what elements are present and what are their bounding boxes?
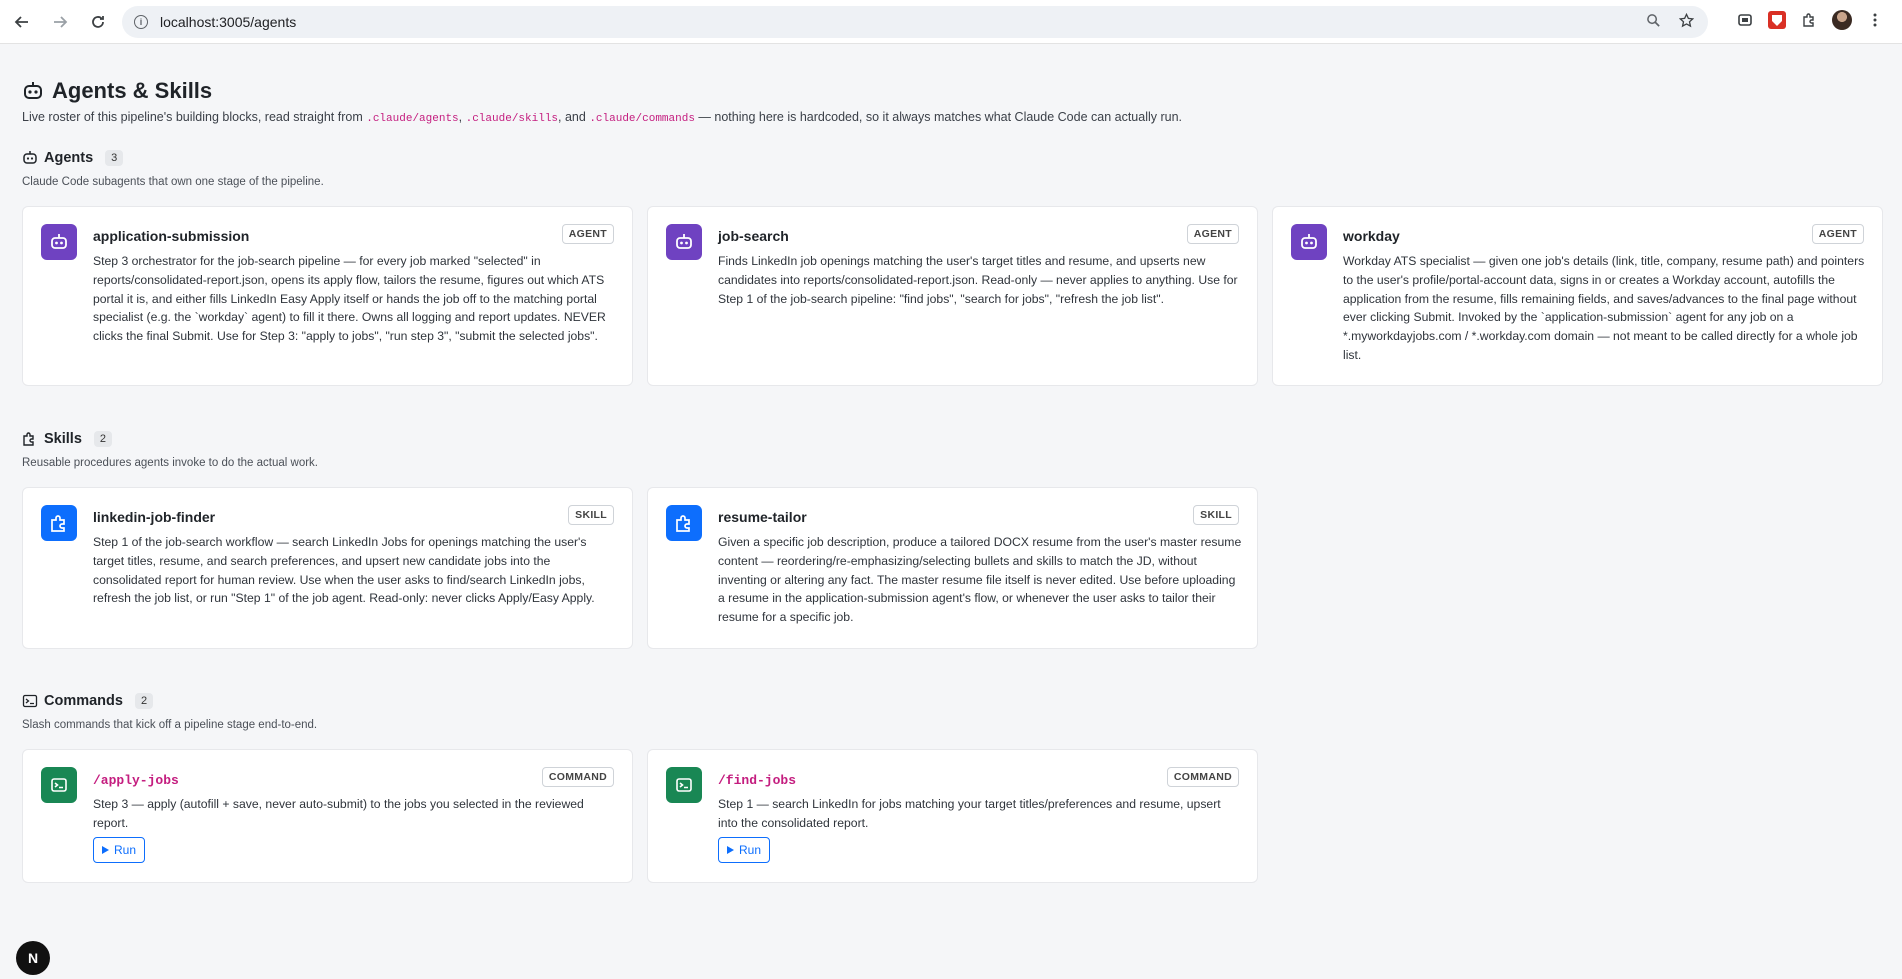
browser-toolbar: i localhost:3005/agents <box>0 0 1902 44</box>
agents-section-subtitle: Claude Code subagents that own one stage… <box>22 176 324 188</box>
command-card-find-jobs: /find-jobs COMMAND Step 1 — search Linke… <box>647 749 1258 883</box>
count-badge: 3 <box>105 150 124 166</box>
back-icon[interactable] <box>6 6 38 38</box>
skills-section-title: Skills 2 <box>22 431 113 447</box>
run-label: Run <box>739 843 762 857</box>
dev-tools-badge[interactable]: N <box>16 941 50 975</box>
play-icon <box>102 846 109 854</box>
puzzle-icon <box>666 505 702 541</box>
type-badge: SKILL <box>568 505 614 525</box>
page-title-text: Agents & Skills <box>52 78 213 103</box>
type-badge: COMMAND <box>1166 767 1239 787</box>
url-text[interactable]: localhost:3005/agents <box>160 14 296 30</box>
subtitle-sep: , and <box>558 110 590 124</box>
card-description: Finds LinkedIn job openings matching the… <box>718 254 1238 306</box>
terminal-icon <box>41 767 77 803</box>
skill-card-linkedin-job-finder[interactable]: linkedin-job-finder SKILL Step 1 of the … <box>22 487 633 649</box>
run-label: Run <box>114 843 137 857</box>
skills-section-subtitle: Reusable procedures agents invoke to do … <box>22 457 318 469</box>
code-commands-path: .claude/commands <box>589 113 695 125</box>
agent-card-job-search[interactable]: job-search AGENT Finds LinkedIn job open… <box>647 206 1258 386</box>
robot-icon <box>41 224 77 260</box>
card-title: linkedin-job-finder <box>93 509 216 525</box>
terminal-icon <box>22 694 38 708</box>
type-badge: AGENT <box>561 224 614 244</box>
menu-icon[interactable] <box>1866 11 1884 29</box>
count-badge: 2 <box>93 431 113 447</box>
zoom-icon[interactable] <box>1646 13 1661 32</box>
puzzle-icon <box>41 505 77 541</box>
subtitle-sep: , <box>458 110 466 124</box>
section-title-text: Skills <box>44 431 82 447</box>
robot-icon <box>24 82 42 99</box>
code-skills-path: .claude/skills <box>465 113 559 125</box>
extension-icon-1[interactable] <box>1736 11 1754 29</box>
run-button[interactable]: Run <box>718 837 771 863</box>
type-badge: SKILL <box>1193 505 1239 525</box>
profile-avatar[interactable] <box>1832 10 1852 30</box>
type-badge: COMMAND <box>541 767 614 787</box>
card-title: job-search <box>718 228 789 244</box>
card-title: resume-tailor <box>718 509 807 525</box>
terminal-icon <box>666 767 702 803</box>
site-info-icon[interactable]: i <box>134 15 148 29</box>
card-description: Given a specific job description, produc… <box>718 535 1242 625</box>
page-title: Agents & Skills <box>22 78 212 104</box>
card-title: /apply-jobs <box>93 773 179 788</box>
command-card-apply-jobs: /apply-jobs COMMAND Step 3 — apply (auto… <box>22 749 633 883</box>
type-badge: AGENT <box>1186 224 1239 244</box>
section-title-text: Commands <box>44 693 123 709</box>
card-description: Step 1 — search LinkedIn for jobs matchi… <box>718 797 1221 830</box>
section-title-text: Agents <box>44 150 94 166</box>
subtitle-text: — nothing here is hardcoded, so it alway… <box>694 110 1183 124</box>
run-button[interactable]: Run <box>93 837 146 863</box>
card-title: application-submission <box>93 228 250 244</box>
address-bar[interactable]: i localhost:3005/agents <box>122 6 1708 38</box>
reload-icon[interactable] <box>82 6 114 38</box>
commands-section-subtitle: Slash commands that kick off a pipeline … <box>22 719 318 731</box>
robot-icon <box>23 151 37 164</box>
bookmark-star-icon[interactable] <box>1678 12 1695 32</box>
robot-icon <box>1291 224 1327 260</box>
extension-icon-2[interactable] <box>1768 11 1786 29</box>
card-description: Step 1 of the job-search workflow — sear… <box>93 535 595 606</box>
puzzle-icon <box>23 432 34 446</box>
page-subtitle: Live roster of this pipeline's building … <box>22 110 1182 125</box>
agents-section-title: Agents 3 <box>22 150 124 166</box>
agent-card-application-submission[interactable]: application-submission AGENT Step 3 orch… <box>22 206 633 386</box>
subtitle-text: Live roster of this pipeline's building … <box>22 110 367 124</box>
code-agents-path: .claude/agents <box>366 113 459 125</box>
card-description: Step 3 orchestrator for the job-search p… <box>93 254 606 344</box>
agent-card-workday[interactable]: workday AGENT Workday ATS specialist — g… <box>1272 206 1883 386</box>
play-icon <box>727 846 734 854</box>
type-badge: AGENT <box>1811 224 1864 244</box>
count-badge: 2 <box>134 693 154 709</box>
card-title: /find-jobs <box>718 773 797 788</box>
extensions-puzzle-icon[interactable] <box>1800 11 1818 29</box>
commands-section-title: Commands 2 <box>22 693 154 709</box>
card-description: Step 3 — apply (autofill + save, never a… <box>93 797 584 830</box>
forward-icon[interactable] <box>44 6 76 38</box>
robot-icon <box>666 224 702 260</box>
card-title: workday <box>1343 228 1400 244</box>
skill-card-resume-tailor[interactable]: resume-tailor SKILL Given a specific job… <box>647 487 1258 649</box>
card-description: Workday ATS specialist — given one job's… <box>1343 254 1865 362</box>
